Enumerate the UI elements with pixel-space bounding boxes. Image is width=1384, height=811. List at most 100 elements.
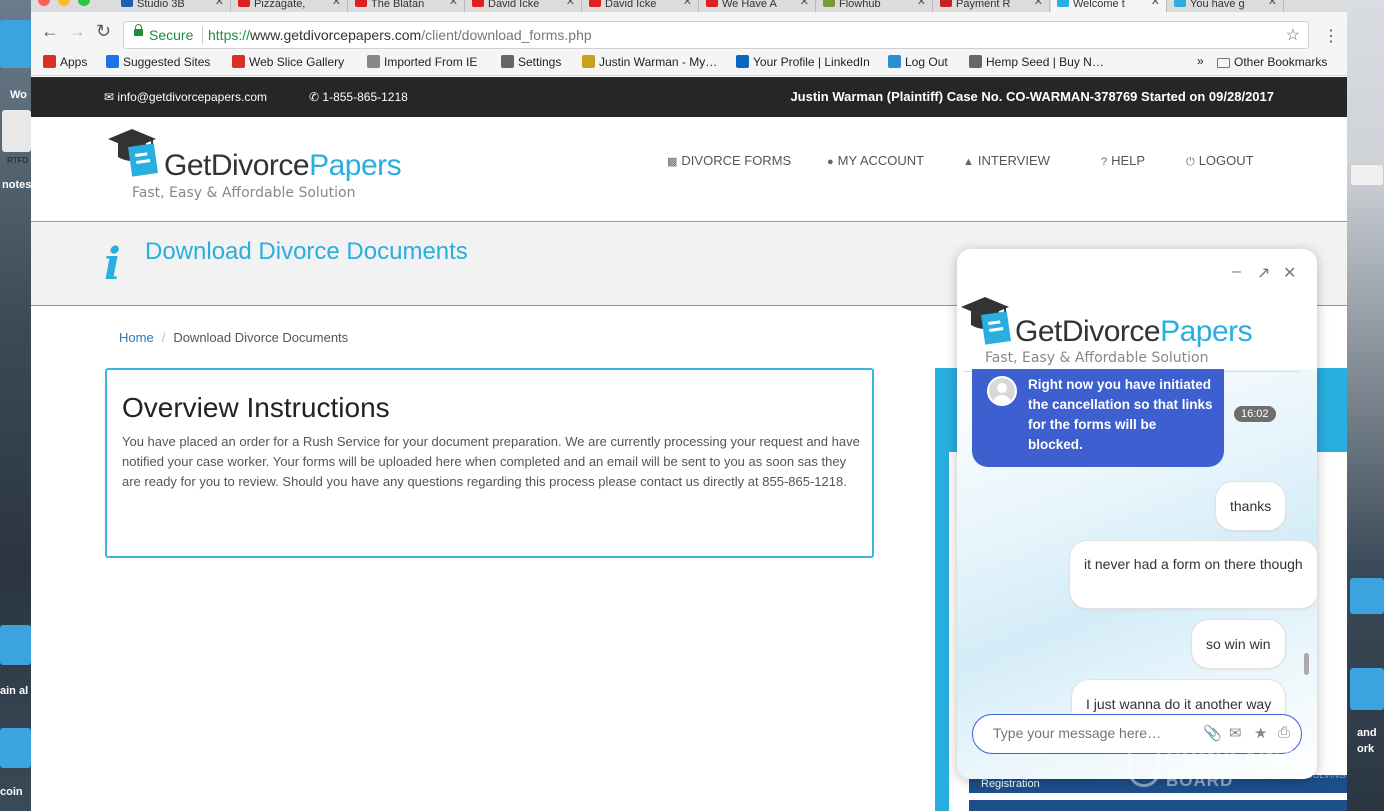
nav-my-account[interactable]: ● MY ACCOUNT	[827, 153, 924, 168]
favicon-icon	[706, 0, 718, 7]
browser-tab[interactable]: Studio 3B ✕	[115, 0, 231, 12]
bookmarks-overflow-chevron-icon[interactable]: »	[1197, 54, 1204, 68]
site-logo[interactable]: GetDivorcePapers Fast, Easy & Affordable…	[106, 123, 426, 203]
browser-tab[interactable]: Flowhub ✕	[817, 0, 933, 12]
browser-tab[interactable]: David Icke ✕	[583, 0, 699, 12]
close-tab-icon[interactable]: ✕	[917, 0, 926, 8]
bookmark-item[interactable]: Your Profile | LinkedIn	[736, 55, 870, 69]
message-timestamp: 16:02	[1234, 406, 1276, 422]
close-tab-icon[interactable]: ✕	[1151, 0, 1160, 8]
desktop-folder-icon[interactable]	[1350, 578, 1384, 614]
bookmark-item[interactable]: Settings	[501, 55, 561, 69]
close-tab-icon[interactable]: ✕	[332, 0, 341, 8]
browser-tab[interactable]: David Icke ✕	[466, 0, 582, 12]
desktop-label: Wo	[10, 89, 27, 101]
contact-phone[interactable]: ✆ 1-855-865-1218	[309, 90, 408, 104]
minimize-window-button[interactable]	[58, 0, 70, 6]
browser-toolbar: ← → ↻ Secure https://www.getdivorcepaper…	[31, 12, 1347, 50]
bookmark-label: Apps	[60, 55, 88, 69]
panel-text: You have placed an order for a Rush Serv…	[122, 434, 860, 489]
tab-label: Welcome t	[1073, 0, 1125, 10]
forward-button[interactable]: →	[68, 22, 86, 40]
close-tab-icon[interactable]: ✕	[1268, 0, 1277, 8]
bookmark-label: Web Slice Gallery	[249, 55, 345, 69]
desktop-folder-icon[interactable]	[0, 20, 31, 68]
nav-label: LOGOUT	[1198, 153, 1254, 168]
bookmarks-bar: Apps Suggested Sites Web Slice Gallery Impo…	[31, 50, 1347, 76]
desktop-folder-icon[interactable]	[1350, 668, 1384, 710]
desktop-label: and	[1357, 727, 1377, 739]
close-tab-icon[interactable]: ✕	[449, 0, 458, 8]
address-bar[interactable]: Secure https://www.getdivorcepapers.com/…	[123, 21, 1309, 49]
desktop-folder-icon[interactable]	[0, 625, 31, 665]
bookmark-item[interactable]: Imported From IE	[367, 55, 477, 69]
sidebar-button[interactable]	[969, 800, 1347, 811]
browser-tab[interactable]: The Blatan ✕	[349, 0, 465, 12]
rate-chat-star-icon[interactable]: ★	[1254, 724, 1267, 742]
other-bookmarks-label: Other Bookmarks	[1234, 55, 1328, 69]
tab-strip: Studio 3B ✕ Pizzagate, ✕ The Blatan ✕ David Ic…	[31, 0, 1347, 12]
close-tab-icon[interactable]: ✕	[566, 0, 575, 8]
attach-file-icon[interactable]: 📎	[1203, 724, 1222, 742]
browser-tab[interactable]: We Have A ✕	[700, 0, 816, 12]
back-button[interactable]: ←	[41, 22, 59, 40]
desktop-window-fragment	[1350, 164, 1384, 186]
breadcrumb-home-link[interactable]: Home	[119, 330, 154, 345]
breadcrumb-separator: /	[161, 330, 166, 345]
minimize-chat-icon[interactable]: –	[1232, 263, 1241, 281]
nav-help[interactable]: ? HELP	[1101, 153, 1145, 168]
logo-divorce: Divorce	[210, 149, 310, 182]
bookmark-favicon-icon	[888, 55, 901, 68]
graduation-cap-logo-icon	[961, 297, 1011, 345]
bookmark-label: Justin Warman - My…	[599, 55, 718, 69]
contact-email-text: info@getdivorcepapers.com	[117, 90, 267, 104]
browser-tab[interactable]: Welcome t ✕	[1051, 0, 1167, 12]
bookmark-item[interactable]: Hemp Seed | Buy N…	[969, 55, 1104, 69]
bookmark-item[interactable]: Log Out	[888, 55, 948, 69]
url-text[interactable]: https://www.getdivorcepapers.com/client/…	[208, 27, 592, 43]
print-icon[interactable]: ⎙	[1278, 724, 1290, 741]
browser-tab[interactable]: You have g ✕	[1168, 0, 1284, 12]
site-header: GetDivorcePapers Fast, Easy & Affordable…	[31, 117, 1347, 222]
close-window-button[interactable]	[38, 0, 50, 6]
nav-divorce-forms[interactable]: ▩ DIVORCE FORMS	[667, 153, 791, 168]
nav-logout[interactable]: ⏻ LOGOUT	[1186, 153, 1254, 169]
desktop-left-edge: Wo RTFD notes ain al coin	[0, 0, 31, 811]
tab-label: Pizzagate,	[254, 0, 306, 10]
contact-phone-text: 1-855-865-1218	[322, 90, 408, 104]
bookmark-item[interactable]: Apps	[43, 55, 87, 69]
bookmark-star-icon[interactable]: ☆	[1286, 25, 1300, 45]
close-tab-icon[interactable]: ✕	[215, 0, 224, 8]
nav-interview[interactable]: ▲ INTERVIEW	[963, 153, 1050, 168]
zoom-window-button[interactable]	[78, 0, 90, 6]
desktop-folder-icon[interactable]	[0, 728, 31, 768]
close-tab-icon[interactable]: ✕	[1034, 0, 1043, 8]
desktop-file-icon[interactable]	[2, 110, 31, 152]
browser-tab[interactable]: Payment R ✕	[934, 0, 1050, 12]
chat-message-input[interactable]	[993, 725, 1163, 741]
close-tab-icon[interactable]: ✕	[800, 0, 809, 8]
browser-menu-icon[interactable]: ⋮	[1323, 26, 1339, 46]
bookmark-item[interactable]: Suggested Sites	[106, 55, 210, 69]
email-transcript-icon[interactable]: ✉	[1229, 724, 1242, 742]
chat-logo: GetDivorcePapers Fast, Easy & Affordable…	[959, 291, 1299, 371]
browser-tab[interactable]: Pizzagate, ✕	[232, 0, 348, 12]
logo-get: Get	[164, 149, 211, 182]
secure-label: Secure	[149, 27, 194, 43]
bookmark-item[interactable]: Web Slice Gallery	[232, 55, 344, 69]
question-icon: ?	[1101, 156, 1108, 168]
popout-chat-icon[interactable]: ↗	[1257, 263, 1270, 283]
bookmark-item[interactable]: Justin Warman - My…	[582, 55, 717, 69]
user-message: so win win	[1191, 619, 1286, 669]
reload-button[interactable]: ↻	[96, 22, 111, 40]
close-chat-icon[interactable]: ✕	[1283, 263, 1296, 283]
watermark-line1: COMPLAINTS	[1166, 747, 1309, 769]
other-bookmarks-folder[interactable]: Other Bookmarks	[1217, 55, 1327, 69]
breadcrumb-current: Download Divorce Documents	[173, 330, 349, 345]
close-tab-icon[interactable]: ✕	[683, 0, 692, 8]
favicon-icon	[355, 0, 367, 7]
contact-email[interactable]: ✉ info@getdivorcepapers.com	[104, 90, 267, 104]
tab-label: David Icke	[488, 0, 540, 10]
desktop-label: ain al	[0, 685, 29, 697]
chat-scrollbar[interactable]	[1304, 653, 1309, 675]
